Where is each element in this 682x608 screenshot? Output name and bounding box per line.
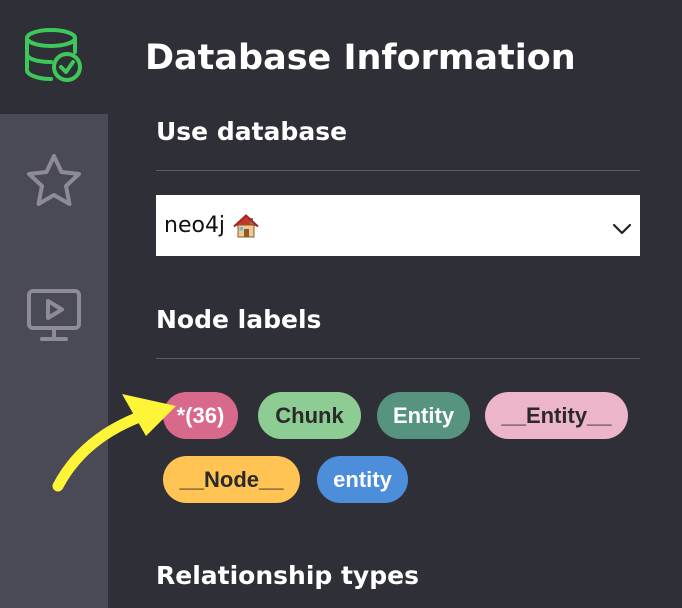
star-icon — [24, 152, 84, 214]
chip-label: *(36) — [176, 402, 225, 428]
divider — [156, 358, 640, 359]
sidebar-item-guides[interactable] — [0, 268, 108, 368]
chevron-down-icon — [612, 217, 632, 242]
chip-label: Chunk — [275, 402, 344, 428]
relationship-types-heading: Relationship types — [156, 561, 419, 590]
node-labels-heading: Node labels — [156, 305, 322, 334]
use-database-heading: Use database — [156, 117, 348, 146]
node-label-chip-entity[interactable]: Entity — [377, 392, 470, 439]
monitor-play-icon — [26, 288, 82, 348]
chip-label: __Node__ — [179, 466, 284, 492]
node-label-chip-entity-lower[interactable]: entity — [317, 456, 408, 503]
node-label-chip-chunk[interactable]: Chunk — [258, 392, 361, 439]
database-select-value: neo4j — [164, 213, 226, 238]
chip-label: __Entity__ — [501, 402, 612, 428]
chip-label: Entity — [392, 402, 455, 428]
node-label-chip-all[interactable]: *(36) — [163, 392, 238, 439]
node-label-chip-node[interactable]: __Node__ — [163, 456, 300, 503]
database-select[interactable]: neo4j — [156, 195, 640, 256]
database-info-panel: Database Information Use database neo4j … — [108, 0, 682, 608]
panel-title: Database Information — [145, 38, 576, 78]
divider — [156, 170, 640, 171]
sidebar-item-database[interactable] — [0, 0, 108, 114]
database-check-icon — [24, 26, 84, 88]
house-emoji-icon — [233, 213, 259, 238]
chip-label: entity — [333, 466, 392, 492]
sidebar — [0, 0, 108, 608]
sidebar-item-favorites[interactable] — [0, 135, 108, 230]
node-label-chip-underscore-entity[interactable]: __Entity__ — [485, 392, 628, 439]
